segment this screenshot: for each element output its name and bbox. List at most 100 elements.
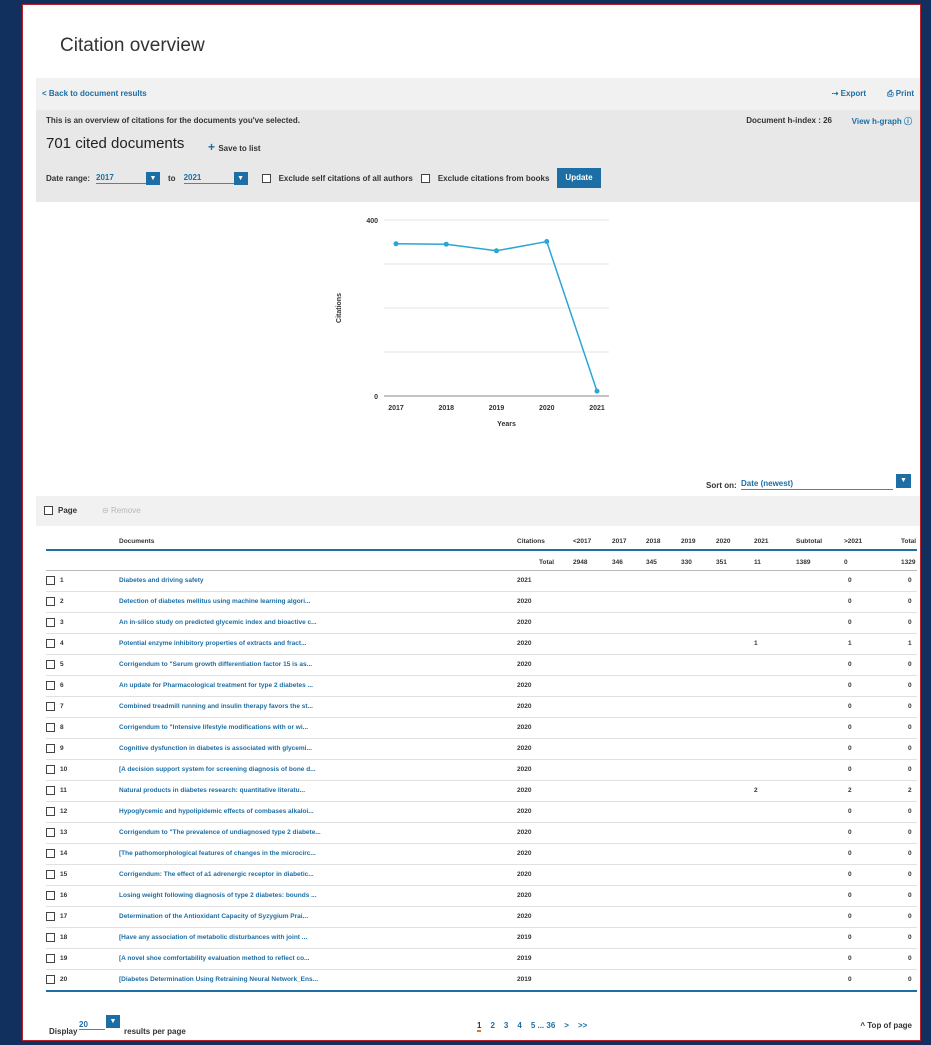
document-title-link[interactable]: Potential enzyme inhibitory properties o… bbox=[119, 640, 306, 647]
total-cell: 0 bbox=[908, 682, 912, 689]
total-label: Total bbox=[539, 559, 555, 566]
save-to-list-button[interactable]: + Save to list bbox=[208, 140, 261, 154]
document-title-link[interactable]: Corrigendum to "Intensive lifestyle modi… bbox=[119, 724, 308, 731]
exclude-self-checkbox[interactable] bbox=[261, 173, 271, 183]
table-row: 11 Natural products in diabetes research:… bbox=[46, 781, 917, 802]
page-link[interactable]: > bbox=[564, 1021, 569, 1032]
row-checkbox[interactable] bbox=[46, 681, 55, 690]
page-link[interactable]: 5 ... 36 bbox=[531, 1021, 555, 1032]
per-page-select[interactable]: 20 bbox=[79, 1020, 105, 1030]
plus-icon: + bbox=[208, 140, 219, 154]
update-button[interactable]: Update bbox=[557, 168, 601, 188]
chevron-down-icon[interactable]: ▼ bbox=[106, 1015, 120, 1028]
select-page-checkbox[interactable] bbox=[44, 506, 53, 515]
cited-documents-count: 701 cited documents bbox=[46, 135, 185, 152]
top-of-page-link[interactable]: ^ Top of page bbox=[860, 1021, 912, 1030]
total-cell: 0 bbox=[908, 724, 912, 731]
row-checkbox[interactable] bbox=[46, 576, 55, 585]
document-title-link[interactable]: [Have any association of metabolic distu… bbox=[119, 934, 307, 941]
page-link[interactable]: 3 bbox=[504, 1021, 508, 1032]
document-title-link[interactable]: Losing weight following diagnosis of typ… bbox=[119, 892, 317, 899]
column-header[interactable]: 2021 bbox=[754, 538, 768, 545]
column-header[interactable]: 2019 bbox=[681, 538, 695, 545]
row-checkbox[interactable] bbox=[46, 912, 55, 921]
citation-count-link[interactable]: 1 bbox=[754, 640, 758, 647]
sort-select[interactable]: Date (newest) bbox=[741, 479, 893, 490]
chevron-down-icon[interactable]: ▼ bbox=[146, 171, 161, 185]
page-link[interactable]: 4 bbox=[517, 1021, 521, 1032]
column-header[interactable]: <2017 bbox=[573, 538, 591, 545]
date-from-select[interactable]: 2017 ▼ bbox=[96, 171, 161, 185]
total-cell: 0 bbox=[908, 829, 912, 836]
row-checkbox[interactable] bbox=[46, 807, 55, 816]
row-checkbox[interactable] bbox=[46, 744, 55, 753]
document-title-link[interactable]: Detection of diabetes mellitus using mac… bbox=[119, 598, 310, 605]
total-cell: 0 bbox=[908, 955, 912, 962]
table-row: 15 Corrigendum: The effect of a1 adrenerg… bbox=[46, 865, 917, 886]
column-header[interactable]: 2018 bbox=[646, 538, 660, 545]
document-title-link[interactable]: Determination of the Antioxidant Capacit… bbox=[119, 913, 308, 920]
date-to-select[interactable]: 2021 ▼ bbox=[183, 171, 248, 185]
document-title-link[interactable]: [A novel shoe comfortability evaluation … bbox=[119, 955, 309, 962]
subtotal-cell: 0 bbox=[848, 871, 852, 878]
document-title-link[interactable]: Corrigendum to "Serum growth differentia… bbox=[119, 661, 312, 668]
print-button[interactable]: ⎙ Print bbox=[887, 89, 914, 99]
page-link[interactable]: >> bbox=[578, 1021, 587, 1032]
document-title-link[interactable]: [A decision support system for screening… bbox=[119, 766, 316, 773]
row-checkbox[interactable] bbox=[46, 786, 55, 795]
document-title-link[interactable]: Cognitive dysfunction in diabetes is ass… bbox=[119, 745, 312, 752]
document-title-link[interactable]: Natural products in diabetes research: q… bbox=[119, 787, 305, 794]
document-title-link[interactable]: Corrigendum to "The prevalence of undiag… bbox=[119, 829, 321, 836]
remove-button[interactable]: ⊖ Remove bbox=[102, 506, 141, 515]
table-row: 3 An in-silico study on predicted glycemi… bbox=[46, 613, 917, 634]
row-checkbox[interactable] bbox=[46, 723, 55, 732]
document-title-link[interactable]: Corrigendum: The effect of a1 adrenergic… bbox=[119, 871, 314, 878]
exclude-books-checkbox[interactable] bbox=[420, 173, 430, 183]
page-link[interactable]: 2 bbox=[490, 1021, 494, 1032]
column-header[interactable]: 2020 bbox=[716, 538, 730, 545]
document-title-link[interactable]: [The pathomorphological features of chan… bbox=[119, 850, 316, 857]
document-title-link[interactable]: An update for Pharmacological treatment … bbox=[119, 682, 313, 689]
current-page[interactable]: 1 bbox=[477, 1021, 482, 1032]
document-title-link[interactable]: Hypoglycemic and hypolipidemic effects o… bbox=[119, 808, 314, 815]
publication-year: 2020 bbox=[517, 913, 532, 920]
row-checkbox[interactable] bbox=[46, 660, 55, 669]
header-divider bbox=[46, 549, 917, 551]
y-tick-label: 400 bbox=[366, 218, 378, 225]
column-header[interactable]: Citations bbox=[517, 538, 545, 545]
row-checkbox[interactable] bbox=[46, 870, 55, 879]
column-header[interactable]: Subtotal bbox=[796, 538, 822, 545]
column-header[interactable]: 2017 bbox=[612, 538, 626, 545]
row-checkbox[interactable] bbox=[46, 618, 55, 627]
column-header[interactable]: Total bbox=[901, 538, 916, 545]
back-to-results-link[interactable]: < Back to document results bbox=[42, 89, 147, 98]
row-checkbox[interactable] bbox=[46, 597, 55, 606]
subtotal-cell: 1 bbox=[848, 640, 852, 647]
row-index: 16 bbox=[60, 892, 68, 899]
document-title-link[interactable]: An in-silico study on predicted glycemic… bbox=[119, 619, 317, 626]
row-checkbox[interactable] bbox=[46, 891, 55, 900]
row-index: 15 bbox=[60, 871, 68, 878]
row-index: 17 bbox=[60, 913, 68, 920]
document-title-link[interactable]: Combined treadmill running and insulin t… bbox=[119, 703, 313, 710]
row-checkbox[interactable] bbox=[46, 849, 55, 858]
summary-panel: This is an overview of citations for the… bbox=[36, 110, 920, 202]
document-title-link[interactable]: [Diabetes Determination Using Retraining… bbox=[119, 976, 318, 983]
chevron-down-icon[interactable]: ▼ bbox=[233, 171, 248, 185]
row-index: 13 bbox=[60, 829, 68, 836]
row-checkbox[interactable] bbox=[46, 702, 55, 711]
document-title-link[interactable]: Diabetes and driving safety bbox=[119, 577, 204, 584]
export-button[interactable]: ⇢ Export bbox=[832, 89, 866, 98]
subtotal-cell: 0 bbox=[848, 619, 852, 626]
column-header[interactable]: >2021 bbox=[844, 538, 862, 545]
row-checkbox[interactable] bbox=[46, 933, 55, 942]
row-checkbox[interactable] bbox=[46, 765, 55, 774]
row-checkbox[interactable] bbox=[46, 828, 55, 837]
row-checkbox[interactable] bbox=[46, 954, 55, 963]
date-range-label: Date range: bbox=[46, 173, 91, 183]
citation-count-link[interactable]: 2 bbox=[754, 787, 758, 794]
view-h-graph-link[interactable]: View h-graph ⓘ bbox=[852, 116, 912, 127]
row-checkbox[interactable] bbox=[46, 639, 55, 648]
row-checkbox[interactable] bbox=[46, 975, 55, 984]
chevron-down-icon[interactable]: ▼ bbox=[896, 474, 911, 488]
